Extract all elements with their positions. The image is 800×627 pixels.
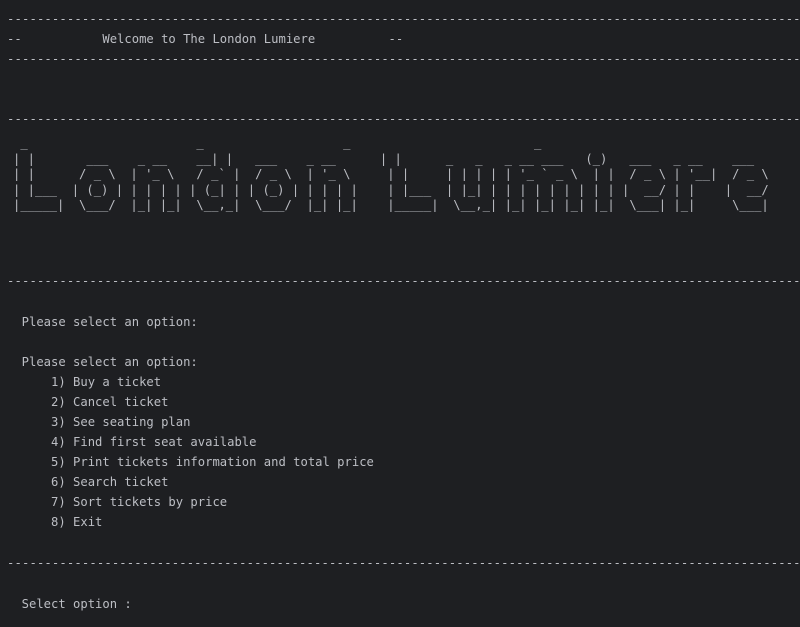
menu-item-sort-tickets: 7) Sort tickets by price <box>7 495 228 509</box>
ascii-banner: _ _ _ _ | | ___ _ __ __| | ___ _ __ | | … <box>13 136 769 212</box>
welcome-line: -- Welcome to The London Lumiere -- <box>7 32 404 46</box>
menu-item-seating-plan: 3) See seating plan <box>7 415 191 429</box>
prompt-text: Please select an option: <box>7 355 198 369</box>
menu-item-cancel-ticket: 2) Cancel ticket <box>7 395 169 409</box>
prompt-text: Please select an option: <box>7 315 198 329</box>
separator-line: ----------------------------------------… <box>7 556 800 570</box>
menu-item-search-ticket: 6) Search ticket <box>7 475 169 489</box>
menu-item-buy-ticket: 1) Buy a ticket <box>7 375 162 389</box>
separator-line: ----------------------------------------… <box>7 274 800 288</box>
menu-item-print-tickets: 5) Print tickets information and total p… <box>7 455 374 469</box>
separator-line: ----------------------------------------… <box>7 52 800 66</box>
menu-item-first-seat: 4) Find first seat available <box>7 435 257 449</box>
separator-line: ----------------------------------------… <box>7 112 800 126</box>
separator-line: ----------------------------------------… <box>7 12 800 26</box>
menu-item-exit: 8) Exit <box>7 515 103 529</box>
select-option-prompt[interactable]: Select option : <box>7 594 132 614</box>
